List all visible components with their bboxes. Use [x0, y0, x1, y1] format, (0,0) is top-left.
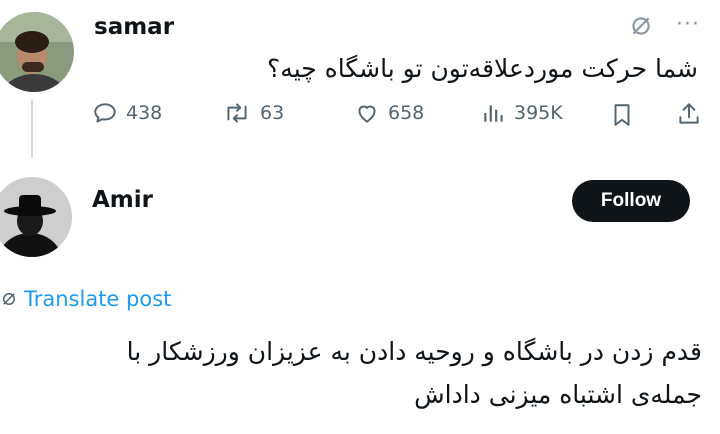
follow-button[interactable]: Follow: [572, 180, 690, 222]
reply-username[interactable]: Amir: [92, 187, 153, 213]
original-tweet-text: شما حرکت موردعلاقه‌تون تو باشگاه چیه؟: [267, 54, 698, 83]
original-username[interactable]: samar: [94, 14, 174, 40]
bookmark-icon: [614, 104, 630, 126]
like-count: 658: [388, 102, 425, 124]
views-count: 395K: [514, 102, 563, 124]
reply-action[interactable]: 438: [92, 100, 162, 126]
translate-icon: [3, 293, 15, 305]
retweet-count: 63: [260, 102, 285, 124]
reply-text-line: قدم زدن در باشگاه و روحیه دادن به عزیزان…: [126, 337, 702, 366]
amir-avatar-image: [0, 177, 72, 257]
more-icon[interactable]: ···: [676, 12, 700, 37]
thread-line: [31, 100, 33, 158]
views-icon: [484, 105, 503, 122]
reply-text-line: جمله‌ی اشتباه میزنی داداش: [414, 380, 702, 409]
bookmark-button[interactable]: [610, 102, 634, 132]
reply-tweet-text: قدم زدن در باشگاه و روحیه دادن به عزیزان…: [12, 330, 702, 416]
views-action[interactable]: 395K: [482, 100, 563, 126]
share-icon: [679, 103, 699, 124]
like-action[interactable]: 658: [354, 100, 424, 126]
grok-icon[interactable]: [628, 13, 654, 43]
amir-avatar[interactable]: [0, 177, 72, 257]
reply-count: 438: [126, 102, 163, 124]
retweet-icon: [227, 103, 247, 123]
share-button[interactable]: [676, 100, 702, 132]
samar-avatar[interactable]: [0, 12, 74, 92]
translate-post-link[interactable]: Translate post: [0, 287, 171, 311]
like-icon: [358, 105, 376, 123]
samar-avatar-image: [0, 12, 74, 92]
retweet-action[interactable]: 63: [222, 100, 284, 126]
reply-icon: [94, 103, 116, 123]
translate-label: Translate post: [24, 287, 172, 311]
